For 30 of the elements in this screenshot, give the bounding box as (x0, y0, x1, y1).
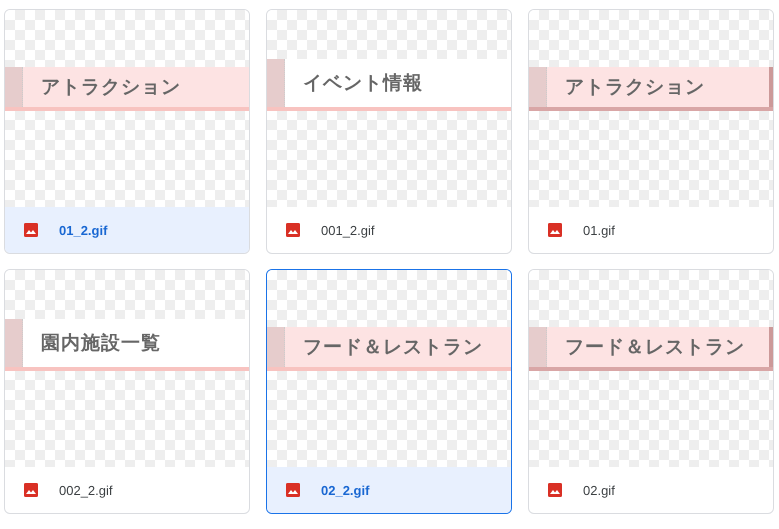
file-name: 01_2.gif (59, 222, 108, 238)
image-icon (23, 222, 39, 238)
banner-text: アトラクション (565, 75, 705, 100)
file-name: 02_2.gif (321, 482, 370, 498)
banner-tab (5, 319, 23, 367)
file-card[interactable]: アトラクション 01.gif (528, 9, 774, 254)
banner-tab (529, 67, 547, 107)
file-card[interactable]: イベント情報 001_2.gif (266, 9, 512, 254)
image-icon (285, 482, 301, 498)
banner-text: イベント情報 (303, 71, 423, 96)
image-icon (285, 222, 301, 238)
file-name: 001_2.gif (321, 222, 374, 238)
banner-text: 園内施設一覧 (41, 331, 161, 356)
banner-text: アトラクション (41, 75, 181, 100)
banner-tab (5, 67, 23, 107)
file-card[interactable]: フード＆レストラン 02.gif (528, 269, 774, 514)
banner-tab (529, 327, 547, 367)
file-card[interactable]: 園内施設一覧 002_2.gif (4, 269, 250, 514)
file-name: 01.gif (583, 222, 615, 238)
banner-text: フード＆レストラン (303, 335, 483, 360)
banner-tab (267, 59, 285, 107)
file-name: 002_2.gif (59, 482, 112, 498)
image-icon (547, 222, 563, 238)
file-name: 02.gif (583, 482, 615, 498)
file-card[interactable]: アトラクション 01_2.gif (4, 9, 250, 254)
banner-tab (267, 327, 285, 367)
banner-text: フード＆レストラン (565, 335, 745, 360)
image-icon (547, 482, 563, 498)
file-card[interactable]: フード＆レストラン 02_2.gif (266, 269, 512, 514)
image-icon (23, 482, 39, 498)
